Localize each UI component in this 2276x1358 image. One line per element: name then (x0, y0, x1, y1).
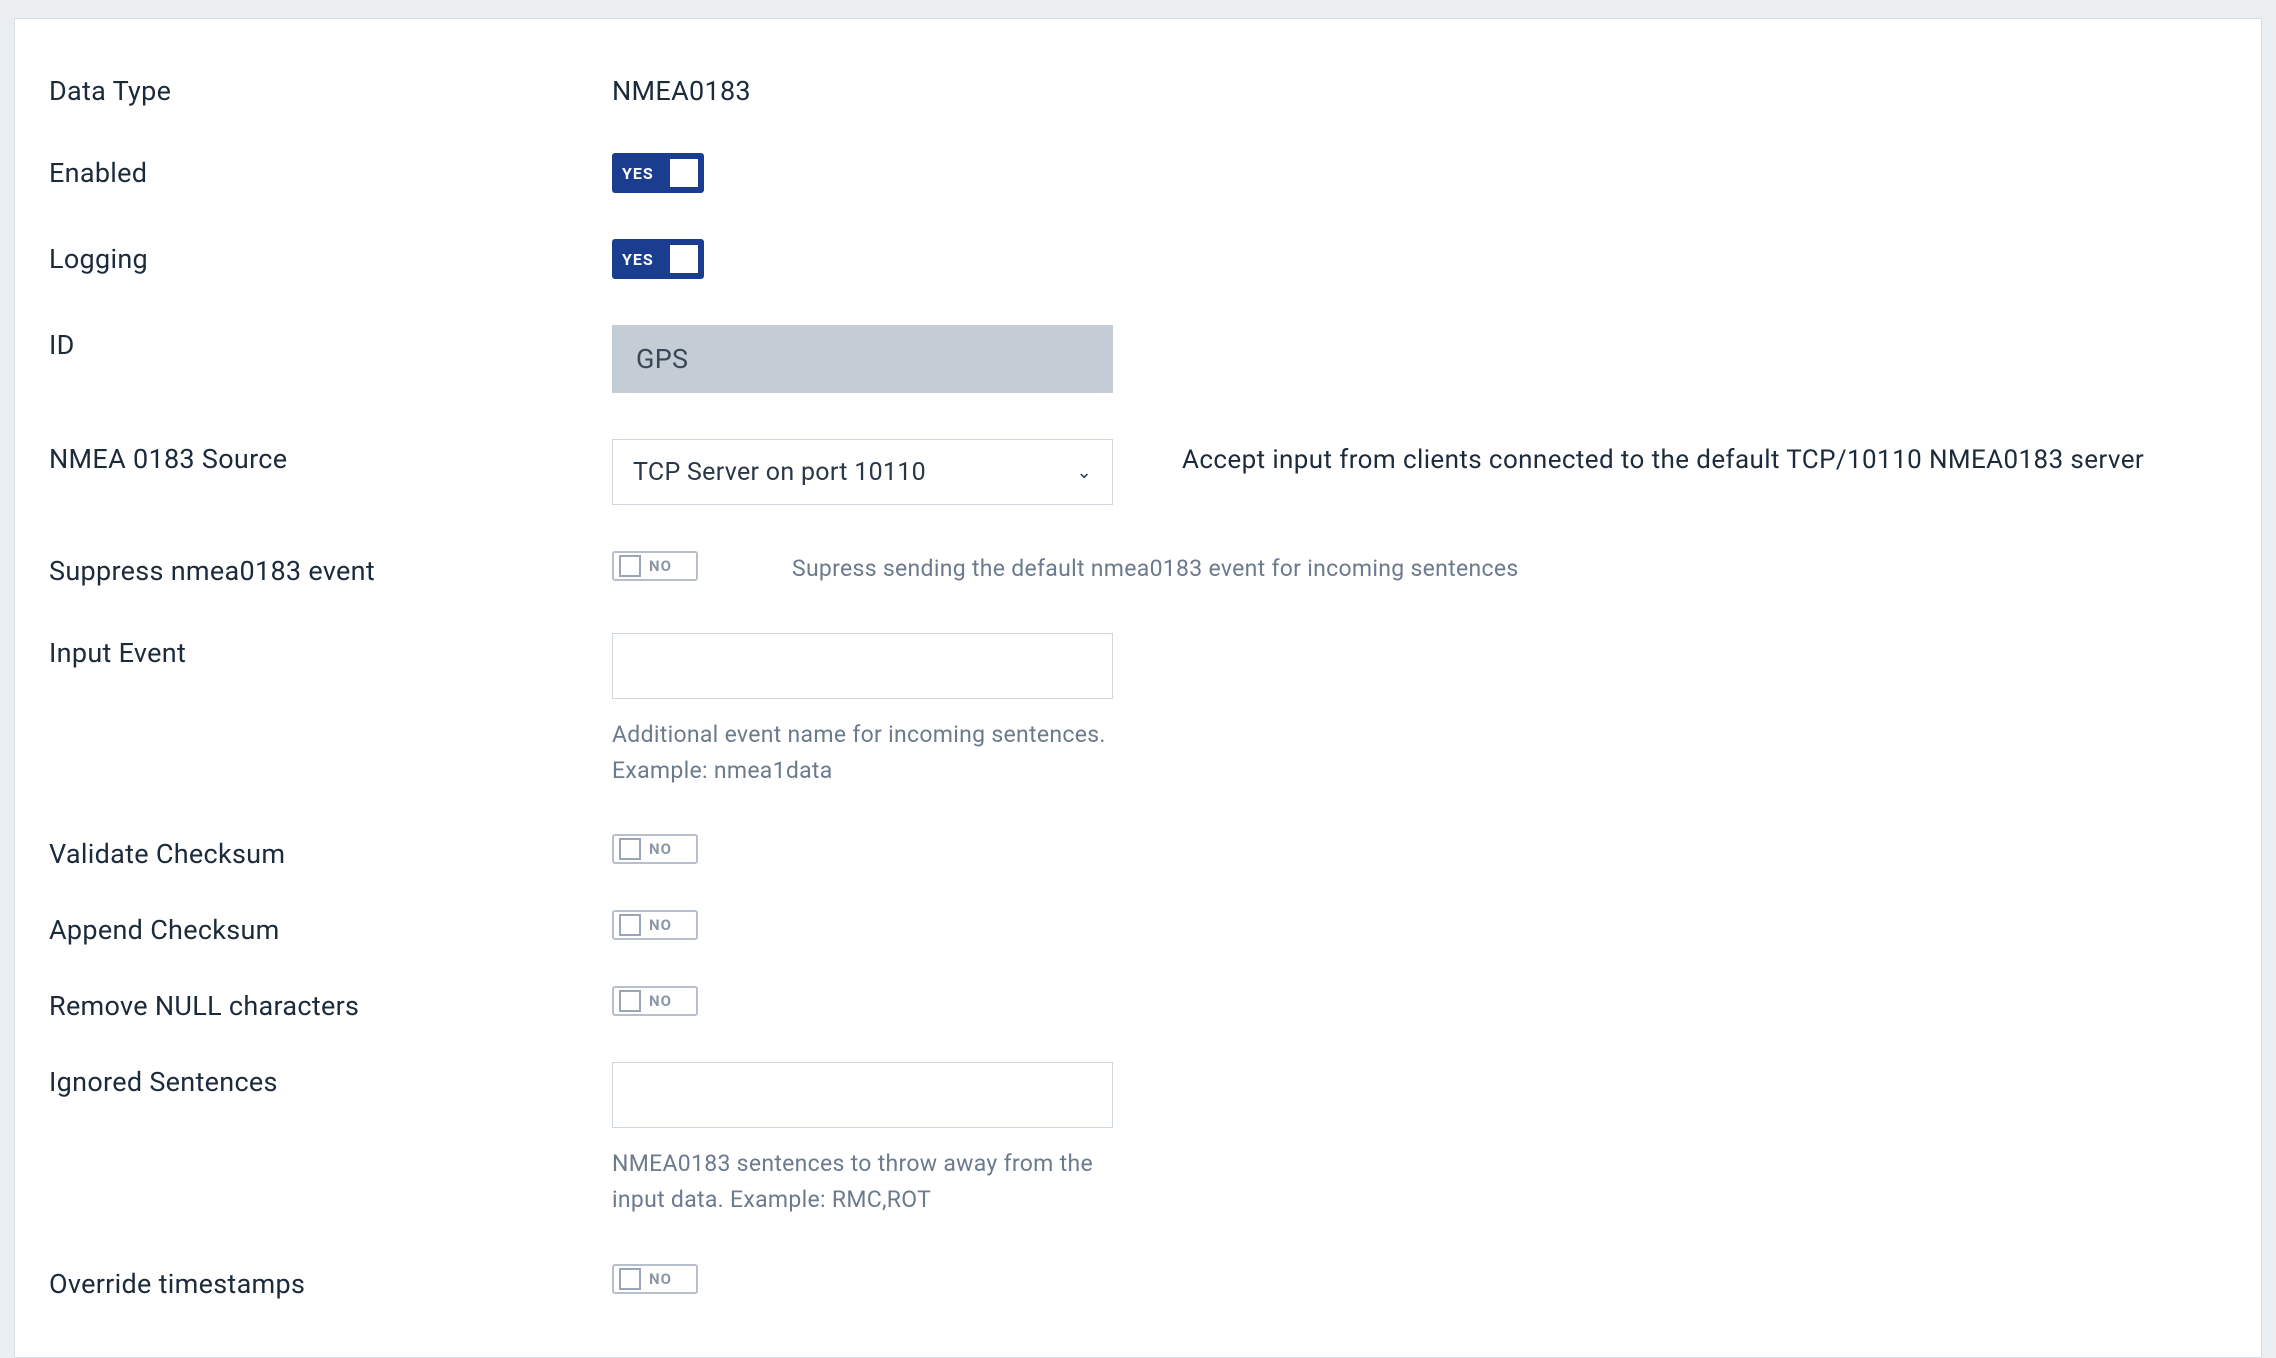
toggle-override-ts-label: NO (649, 1270, 672, 1288)
label-enabled: Enabled (49, 153, 612, 189)
settings-panel: Data Type NMEA0183 Enabled YES Logging Y… (14, 18, 2262, 1358)
label-logging: Logging (49, 239, 612, 275)
row-id: ID GPS (49, 325, 2227, 393)
label-validate-checksum: Validate Checksum (49, 834, 612, 870)
toggle-validate-checksum-label: NO (649, 840, 672, 858)
toggle-logging[interactable]: YES (612, 239, 704, 279)
row-source: NMEA 0183 Source TCP Server on port 1011… (49, 439, 2227, 505)
label-suppress: Suppress nmea0183 event (49, 551, 612, 587)
label-input-event: Input Event (49, 633, 612, 669)
row-logging: Logging YES (49, 239, 2227, 279)
toggle-remove-null-label: NO (649, 992, 672, 1010)
help-ignored: NMEA0183 sentences to throw away from th… (612, 1146, 1112, 1217)
toggle-knob-icon (619, 914, 641, 936)
label-remove-null: Remove NULL characters (49, 986, 612, 1022)
row-input-event: Input Event Additional event name for in… (49, 633, 2227, 788)
help-input-event: Additional event name for incoming sente… (612, 717, 1112, 788)
label-data-type: Data Type (49, 71, 612, 107)
label-append-checksum: Append Checksum (49, 910, 612, 946)
row-data-type: Data Type NMEA0183 (49, 71, 2227, 107)
toggle-append-checksum[interactable]: NO (612, 910, 698, 940)
toggle-enabled[interactable]: YES (612, 153, 704, 193)
label-id: ID (49, 325, 612, 361)
row-enabled: Enabled YES (49, 153, 2227, 193)
toggle-knob-icon (670, 245, 698, 273)
label-override-ts: Override timestamps (49, 1264, 612, 1300)
desc-suppress: Supress sending the default nmea0183 eve… (792, 551, 1519, 582)
label-ignored: Ignored Sentences (49, 1062, 612, 1098)
row-override-ts: Override timestamps NO (49, 1264, 2227, 1300)
toggle-suppress-label: NO (649, 557, 672, 575)
toggle-validate-checksum[interactable]: NO (612, 834, 698, 864)
row-ignored: Ignored Sentences NMEA0183 sentences to … (49, 1062, 2227, 1217)
row-suppress: Suppress nmea0183 event NO Supress sendi… (49, 551, 2227, 587)
row-validate-checksum: Validate Checksum NO (49, 834, 2227, 870)
toggle-knob-icon (619, 838, 641, 860)
ignored-sentences-field[interactable] (612, 1062, 1113, 1128)
row-remove-null: Remove NULL characters NO (49, 986, 2227, 1022)
toggle-override-ts[interactable]: NO (612, 1264, 698, 1294)
row-append-checksum: Append Checksum NO (49, 910, 2227, 946)
toggle-knob-icon (619, 555, 641, 577)
toggle-enabled-label: YES (622, 164, 654, 183)
input-event-field[interactable] (612, 633, 1113, 699)
toggle-knob-icon (619, 1268, 641, 1290)
toggle-knob-icon (670, 159, 698, 187)
id-value: GPS (636, 343, 688, 375)
chevron-down-icon: ⌄ (1077, 462, 1092, 483)
toggle-knob-icon (619, 990, 641, 1012)
select-source[interactable]: TCP Server on port 10110 ⌄ (612, 439, 1113, 505)
toggle-remove-null[interactable]: NO (612, 986, 698, 1016)
toggle-suppress[interactable]: NO (612, 551, 698, 581)
id-readonly-field: GPS (612, 325, 1113, 393)
toggle-logging-label: YES (622, 250, 654, 269)
label-source: NMEA 0183 Source (49, 439, 612, 475)
select-source-value: TCP Server on port 10110 (633, 458, 926, 487)
toggle-append-checksum-label: NO (649, 916, 672, 934)
desc-source: Accept input from clients connected to t… (1132, 439, 2227, 475)
value-data-type: NMEA0183 (612, 71, 1132, 107)
